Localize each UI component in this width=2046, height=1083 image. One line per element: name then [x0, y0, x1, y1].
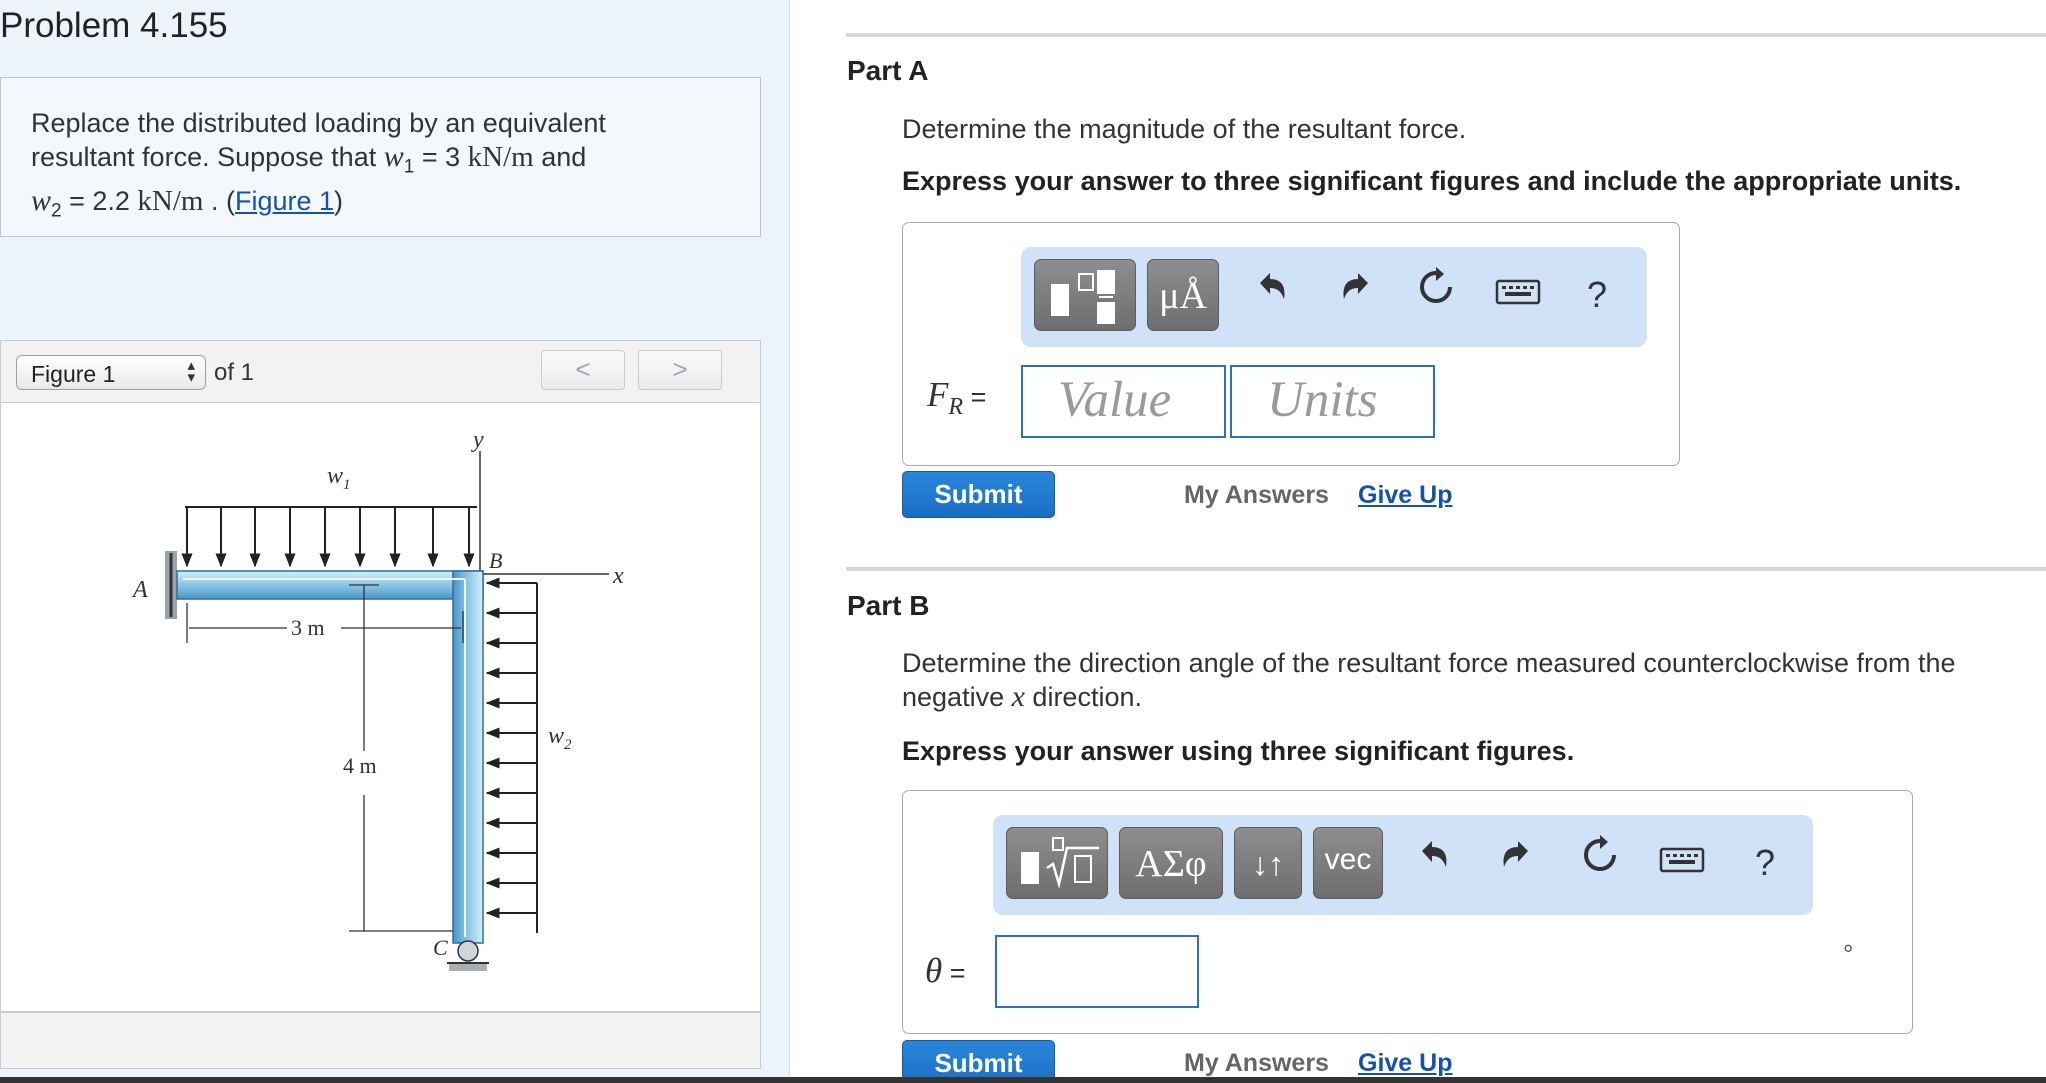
greek-button[interactable]: ΑΣφ: [1119, 827, 1223, 899]
keyboard-icon[interactable]: [1493, 267, 1543, 323]
label-b: B: [489, 548, 502, 573]
part-a-label: FR =: [927, 375, 987, 420]
templates-button[interactable]: [1006, 827, 1108, 899]
arrows-button[interactable]: ↓↑: [1234, 827, 1302, 899]
label-y: y: [471, 427, 484, 453]
part-a-divider: [846, 33, 2046, 37]
part-a-instruction: Express your answer to three significant…: [902, 166, 1962, 196]
reset-icon[interactable]: [1577, 835, 1623, 891]
figure-select[interactable]: Figure 1 ▴ ▾: [16, 355, 206, 390]
w1-value: = 3: [414, 142, 468, 172]
label-w2: w2: [548, 723, 572, 753]
dimension-3m: [186, 603, 464, 643]
label-w1: w1: [327, 463, 351, 493]
part-b-give-up[interactable]: Give Up: [1358, 1049, 1452, 1078]
w1-subscript: 1: [403, 156, 415, 178]
part-b-instruction: Express your answer using three signific…: [902, 736, 1575, 766]
figure-area: w1 w2 y x A B C 3 m 4 m: [0, 402, 761, 1012]
label-c: C: [433, 935, 448, 960]
problem-title: Problem 4.155: [0, 6, 228, 45]
label-a: A: [131, 577, 148, 603]
part-a-my-answers[interactable]: My Answers: [1184, 481, 1329, 510]
problem-line-2: resultant force. Suppose that w1 = 3 kN/…: [31, 140, 760, 184]
beam-diagram: w1 w2 y x A B C 3 m 4 m: [131, 427, 624, 971]
support-c: [447, 940, 489, 971]
part-b-prompt: Determine the direction angle of the res…: [902, 646, 1956, 714]
load-w2: [485, 577, 538, 933]
link-open: . (: [203, 186, 235, 217]
problem-panel: Problem 4.155 Replace the distributed lo…: [0, 0, 790, 1080]
redo-icon[interactable]: [1333, 267, 1379, 323]
figure-select-value: Figure 1: [31, 361, 116, 387]
part-b-prompt-line-1: Determine the direction angle of the res…: [902, 648, 1956, 678]
problem-line-1: Replace the distributed loading by an eq…: [31, 108, 606, 138]
problem-line-3: w2 = 2.2 kN/m . (Figure 1): [31, 184, 760, 228]
problem-statement: Replace the distributed loading by an eq…: [0, 77, 761, 237]
w2-subscript: 2: [51, 200, 62, 222]
undo-icon[interactable]: [1249, 267, 1295, 323]
part-a-prompt: Determine the magnitude of the resultant…: [902, 114, 1467, 144]
select-arrows-icon: ▴ ▾: [187, 357, 195, 386]
units-button[interactable]: μÅ: [1147, 259, 1219, 331]
w1-unit: kN/m: [467, 141, 534, 173]
redo-icon[interactable]: [1493, 835, 1539, 891]
part-a-answer-box: μÅ ? FR = Value Units: [902, 222, 1680, 466]
window-bottom-edge: [0, 1077, 2046, 1083]
undo-icon[interactable]: [1411, 835, 1457, 891]
help-icon[interactable]: ?: [1745, 835, 1785, 891]
part-b-toolbar: ΑΣφ ↓↑ vec ?: [993, 815, 1813, 915]
load-w1: [181, 506, 477, 568]
part-a-give-up[interactable]: Give Up: [1358, 481, 1452, 510]
link-close: ): [334, 186, 344, 217]
templates-button[interactable]: [1034, 259, 1136, 331]
vector-button[interactable]: vec: [1313, 827, 1383, 899]
part-b-divider: [846, 567, 2046, 571]
keyboard-icon[interactable]: [1657, 835, 1707, 891]
part-b-answer-box: ΑΣφ ↓↑ vec ? θ = °: [902, 790, 1913, 1034]
w2-unit: kN/m: [137, 185, 204, 218]
label-4m: 4 m: [343, 753, 377, 778]
prev-figure-button[interactable]: <: [541, 350, 625, 390]
fraction-template-icon: [1051, 270, 1115, 324]
part-b-label: θ =: [925, 951, 966, 990]
and-word: and: [533, 142, 587, 172]
degree-unit: °: [1843, 939, 1854, 969]
units-input[interactable]: Units: [1230, 365, 1435, 438]
angle-input[interactable]: [995, 935, 1199, 1008]
reset-icon[interactable]: [1413, 267, 1459, 323]
value-input[interactable]: Value: [1021, 365, 1226, 438]
part-b-title: Part B: [847, 590, 930, 621]
part-b-prompt-line-2: negative x direction.: [902, 680, 1142, 713]
figure-count: of 1: [214, 359, 255, 386]
help-icon[interactable]: ?: [1577, 267, 1617, 323]
figure-footer: [0, 1012, 761, 1069]
part-b-my-answers[interactable]: My Answers: [1184, 1049, 1329, 1078]
part-a-title: Part A: [847, 55, 929, 86]
part-a-submit-button[interactable]: Submit: [902, 471, 1055, 518]
radical-template-icon: [1021, 837, 1099, 889]
w2-symbol: w: [31, 184, 52, 218]
beam: [176, 570, 484, 944]
w2-value: = 2.2: [61, 186, 138, 217]
figure-nav-bar: Figure 1 ▴ ▾ of 1 < >: [0, 340, 761, 402]
label-x: x: [612, 563, 624, 589]
label-3m: 3 m: [291, 615, 325, 640]
w1-symbol: w: [383, 140, 404, 173]
part-a-toolbar: μÅ ?: [1021, 247, 1647, 347]
problem-text: resultant force. Suppose that: [31, 142, 377, 172]
figure-link[interactable]: Figure 1: [235, 186, 334, 216]
next-figure-button[interactable]: >: [638, 350, 722, 390]
